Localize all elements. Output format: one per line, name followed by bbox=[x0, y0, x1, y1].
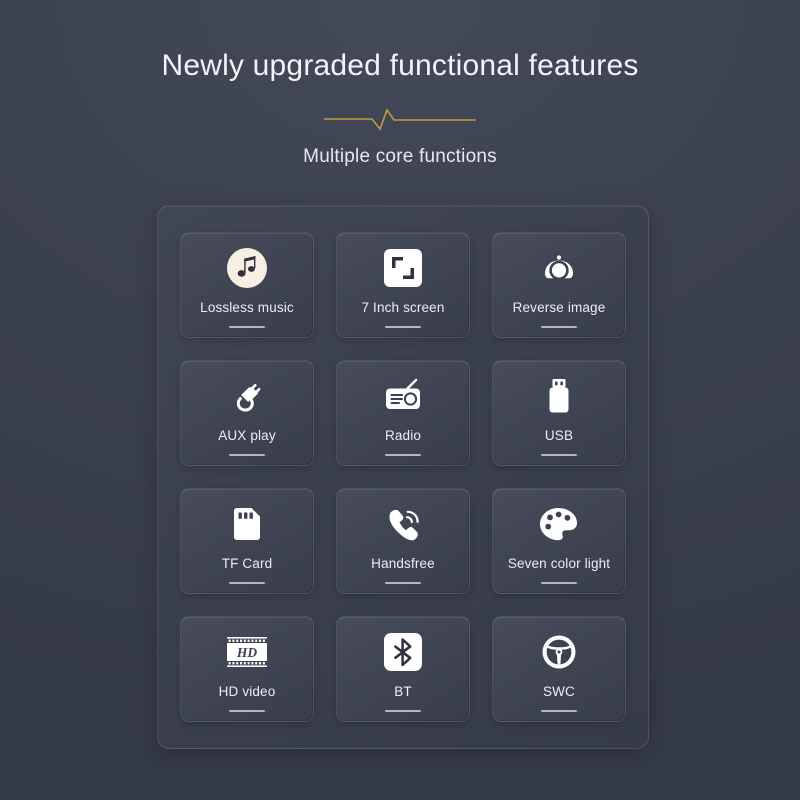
feature-label: Radio bbox=[384, 428, 422, 443]
feature-label: Handsfree bbox=[371, 556, 435, 571]
feature-label: Reverse image bbox=[512, 300, 606, 315]
feature-card-tf-card[interactable]: TF Card bbox=[180, 488, 314, 594]
memory-card-icon bbox=[229, 502, 265, 546]
card-underline bbox=[541, 710, 577, 712]
feature-card-7-inch-screen[interactable]: 7 Inch screen bbox=[336, 232, 470, 338]
expand-screen-icon bbox=[383, 246, 423, 290]
feature-card-hd-video[interactable]: HD HD video bbox=[180, 616, 314, 722]
feature-card-lossless-music[interactable]: Lossless music bbox=[180, 232, 314, 338]
feature-card-usb[interactable]: USB bbox=[492, 360, 626, 466]
page-title: Newly upgraded functional features bbox=[161, 49, 639, 82]
svg-text:HD: HD bbox=[236, 645, 258, 660]
feature-label: TF Card bbox=[221, 556, 273, 571]
card-underline bbox=[541, 582, 577, 584]
feature-card-radio[interactable]: Radio bbox=[336, 360, 470, 466]
film-hd-icon: HD bbox=[224, 630, 270, 674]
steering-wheel-icon bbox=[538, 630, 580, 674]
feature-label: HD video bbox=[218, 684, 276, 699]
feature-label: Seven color light bbox=[507, 556, 611, 571]
feature-label: USB bbox=[544, 428, 574, 443]
feature-card-seven-color-light[interactable]: Seven color light bbox=[492, 488, 626, 594]
feature-label: SWC bbox=[543, 684, 575, 699]
features-panel: Lossless music 7 Inch screen Reverse ima… bbox=[157, 205, 649, 749]
feature-label: BT bbox=[394, 684, 412, 699]
music-note-icon bbox=[226, 246, 268, 290]
phone-handset-icon bbox=[382, 502, 424, 546]
feature-card-aux-play[interactable]: AUX play bbox=[180, 360, 314, 466]
card-underline bbox=[229, 454, 265, 456]
card-underline bbox=[541, 454, 577, 456]
card-underline bbox=[385, 582, 421, 584]
feature-card-handsfree[interactable]: Handsfree bbox=[336, 488, 470, 594]
heartbeat-divider-icon bbox=[324, 108, 476, 131]
feature-card-swc[interactable]: SWC bbox=[492, 616, 626, 722]
feature-card-bt[interactable]: BT bbox=[336, 616, 470, 722]
card-underline bbox=[229, 326, 265, 328]
card-underline bbox=[229, 710, 265, 712]
page-subtitle: Multiple core functions bbox=[303, 146, 497, 167]
feature-label: AUX play bbox=[218, 428, 276, 443]
aux-plug-icon bbox=[226, 374, 268, 418]
feature-card-reverse-image[interactable]: Reverse image bbox=[492, 232, 626, 338]
page-header: Newly upgraded functional features Multi… bbox=[0, 0, 800, 168]
camera-icon bbox=[538, 246, 580, 290]
card-underline bbox=[385, 454, 421, 456]
features-grid: Lossless music 7 Inch screen Reverse ima… bbox=[180, 232, 626, 722]
card-underline bbox=[385, 710, 421, 712]
card-underline bbox=[385, 326, 421, 328]
usb-drive-icon bbox=[542, 374, 576, 418]
card-underline bbox=[541, 326, 577, 328]
feature-label: 7 Inch screen bbox=[361, 300, 445, 315]
radio-icon bbox=[381, 374, 425, 418]
bluetooth-icon bbox=[383, 630, 423, 674]
paint-palette-icon bbox=[537, 502, 581, 546]
feature-label: Lossless music bbox=[200, 300, 294, 315]
card-underline bbox=[229, 582, 265, 584]
